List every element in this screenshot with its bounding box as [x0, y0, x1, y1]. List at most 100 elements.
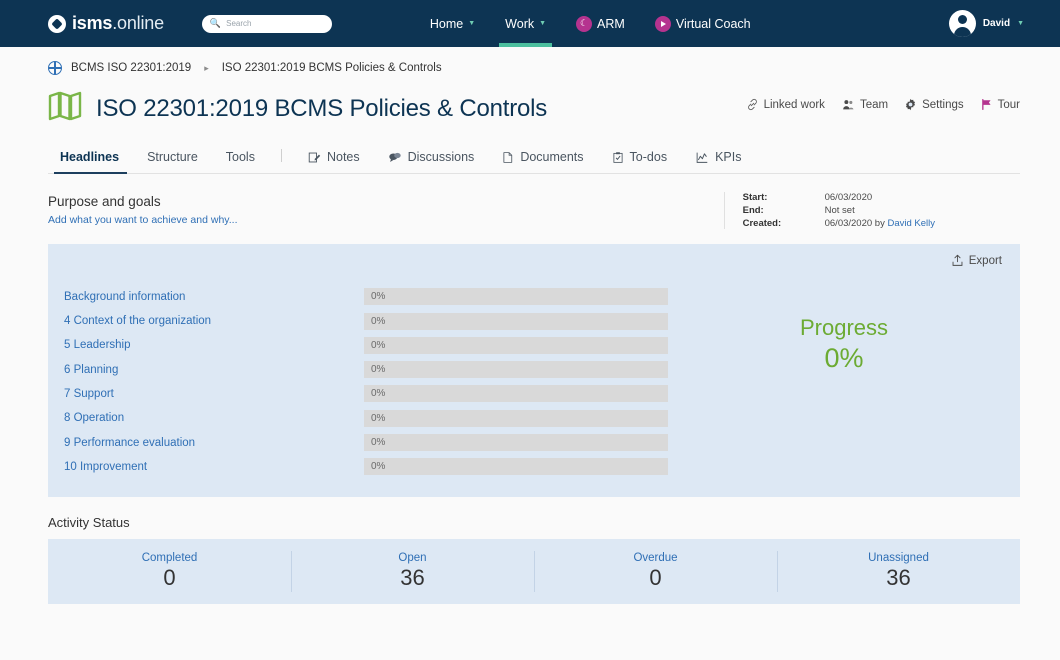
- tab-structure-label: Structure: [147, 150, 198, 164]
- breadcrumb-root[interactable]: BCMS ISO 22301:2019: [71, 62, 191, 74]
- activity-status-heading: Activity Status: [48, 515, 130, 531]
- nav-item-arm-label: ARM: [597, 16, 625, 31]
- progress-value: 0%: [371, 339, 386, 351]
- tab-bar: Headlines Structure Tools Notes Discussi…: [48, 143, 1020, 174]
- nav-item-work[interactable]: Work ▼: [499, 0, 552, 47]
- stat-overdue[interactable]: Overdue 0: [534, 539, 777, 604]
- stat-completed-value: 0: [163, 565, 176, 591]
- nav-item-home[interactable]: Home ▼: [430, 0, 475, 47]
- progress-row[interactable]: 4 Context of the organization 0%: [64, 309, 668, 333]
- tab-todos-label: To-dos: [629, 150, 668, 164]
- nav-item-virtual-coach[interactable]: Virtual Coach: [654, 0, 751, 47]
- stat-overdue-value: 0: [649, 565, 662, 591]
- progress-label[interactable]: 6 Planning: [64, 364, 364, 376]
- progress-chart: Background information 0% 4 Context of t…: [48, 285, 1020, 479]
- project-meta: Start: 06/03/2020 End: Not set Created: …: [723, 192, 935, 229]
- meta-start-value: 06/03/2020: [824, 192, 873, 203]
- user-menu[interactable]: David ▼: [948, 10, 1024, 37]
- team-label: Team: [859, 98, 889, 111]
- brand-logo[interactable]: isms.online: [48, 13, 164, 34]
- primary-nav: Home ▼ Work ▼ ☾ ARM Virtual Coach: [430, 0, 751, 47]
- export-row: Export: [48, 254, 1020, 267]
- progress-row[interactable]: 6 Planning 0%: [64, 358, 668, 382]
- tab-kpis[interactable]: KPIs: [681, 150, 755, 173]
- stat-overdue-label[interactable]: Overdue: [633, 552, 677, 564]
- breadcrumb-separator-icon: ▸: [204, 62, 209, 73]
- link-icon: [747, 98, 757, 111]
- isms-logo-icon: [48, 14, 66, 33]
- nav-item-work-label: Work: [505, 16, 535, 31]
- progress-value: 0%: [371, 412, 386, 424]
- meta-created-label: Created:: [742, 218, 782, 229]
- progress-row[interactable]: Background information 0%: [64, 285, 668, 309]
- search-input[interactable]: 🔍 Search: [201, 14, 332, 33]
- tour-button[interactable]: Tour: [980, 98, 1020, 111]
- stat-unassigned-label[interactable]: Unassigned: [868, 552, 929, 564]
- progress-row[interactable]: 5 Leadership 0%: [64, 334, 668, 358]
- progress-panel: Export Background information 0% 4 Conte…: [48, 244, 1020, 498]
- tab-tools-label: Tools: [225, 150, 255, 164]
- progress-row[interactable]: 7 Support 0%: [64, 382, 668, 406]
- progress-label[interactable]: 10 Improvement: [64, 461, 364, 473]
- tab-notes[interactable]: Notes: [294, 150, 374, 173]
- user-name-label: David: [982, 18, 1011, 29]
- pencil-note-icon: [308, 152, 321, 162]
- stat-completed-label[interactable]: Completed: [142, 552, 198, 564]
- meta-created-by-link[interactable]: David Kelly: [887, 218, 935, 229]
- progress-bar-track: 0%: [364, 361, 668, 379]
- tab-structure[interactable]: Structure: [133, 150, 212, 173]
- stat-unassigned-value: 36: [886, 565, 911, 591]
- tab-documents[interactable]: Documents: [488, 150, 597, 173]
- tab-todos[interactable]: To-dos: [598, 150, 682, 173]
- progress-bar-track: 0%: [364, 288, 668, 306]
- stat-completed[interactable]: Completed 0: [48, 539, 291, 604]
- tab-tools[interactable]: Tools: [212, 150, 269, 173]
- meta-start-label: Start:: [742, 192, 768, 203]
- stat-unassigned[interactable]: Unassigned 36: [777, 539, 1020, 604]
- linked-work-button[interactable]: Linked work: [746, 98, 825, 111]
- progress-row[interactable]: 9 Performance evaluation 0%: [64, 431, 668, 455]
- brand-logo-light: .online: [112, 13, 164, 33]
- progress-label[interactable]: 5 Leadership: [64, 339, 364, 351]
- progress-label[interactable]: 4 Context of the organization: [64, 315, 364, 327]
- people-icon: [843, 100, 854, 110]
- progress-label[interactable]: 7 Support: [64, 388, 364, 400]
- progress-bar-track: 0%: [364, 409, 668, 427]
- tab-discussions[interactable]: Discussions: [374, 150, 489, 173]
- add-purpose-link[interactable]: Add what you want to achieve and why...: [48, 214, 238, 226]
- progress-value: 0%: [371, 364, 386, 376]
- speech-bubble-icon: [388, 152, 401, 162]
- team-button[interactable]: Team: [841, 98, 888, 111]
- purpose-and-goals-section: Purpose and goals Add what you want to a…: [0, 174, 1060, 229]
- stat-open[interactable]: Open 36: [291, 539, 534, 604]
- breadcrumb-current[interactable]: ISO 22301:2019 BCMS Policies & Controls: [222, 62, 442, 74]
- tab-discussions-label: Discussions: [407, 150, 475, 164]
- overall-progress-value: 0%: [824, 343, 864, 373]
- progress-row[interactable]: 10 Improvement 0%: [64, 455, 668, 479]
- purpose-heading: Purpose and goals: [48, 194, 161, 209]
- settings-label: Settings: [922, 98, 964, 111]
- settings-button[interactable]: Settings: [904, 98, 964, 111]
- page-title: ISO 22301:2019 BCMS Policies & Controls: [96, 94, 548, 122]
- tab-headlines[interactable]: Headlines: [48, 150, 133, 174]
- document-icon: [503, 151, 513, 163]
- upload-icon: [952, 254, 963, 266]
- play-icon: [654, 15, 671, 32]
- export-button[interactable]: Export: [951, 254, 1002, 267]
- tab-notes-label: Notes: [326, 150, 360, 164]
- progress-row[interactable]: 8 Operation 0%: [64, 406, 668, 430]
- meta-end-value: Not set: [824, 205, 855, 216]
- stat-open-label[interactable]: Open: [398, 552, 426, 564]
- progress-bar-track: 0%: [364, 434, 668, 452]
- chevron-down-icon: ▼: [468, 20, 476, 27]
- meta-created-date: 06/03/2020 by: [824, 218, 888, 229]
- progress-label[interactable]: 8 Operation: [64, 412, 364, 424]
- progress-value: 0%: [371, 291, 386, 303]
- progress-label[interactable]: 9 Performance evaluation: [64, 437, 364, 449]
- breadcrumb: BCMS ISO 22301:2019 ▸ ISO 22301:2019 BCM…: [0, 47, 1060, 75]
- chevron-down-icon: ▼: [539, 20, 547, 27]
- progress-label[interactable]: Background information: [64, 291, 364, 303]
- nav-item-arm[interactable]: ☾ ARM: [576, 0, 625, 47]
- linked-work-label: Linked work: [763, 98, 825, 111]
- export-label: Export: [968, 254, 1002, 267]
